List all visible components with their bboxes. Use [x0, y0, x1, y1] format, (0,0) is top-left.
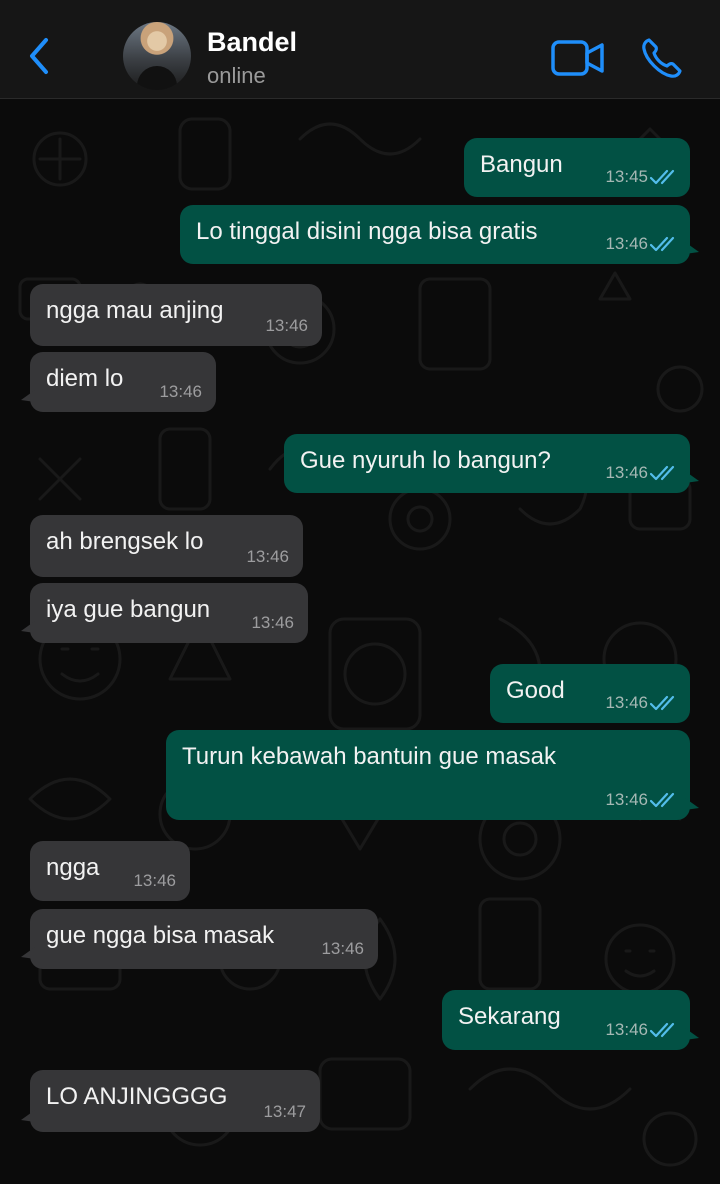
incoming-message-bubble[interactable]: LO ANJINGGGG 13:47	[21, 1070, 320, 1132]
message-timestamp: 13:46	[265, 316, 308, 335]
outgoing-message-bubble[interactable]: Good 13:46	[490, 664, 690, 723]
bubble-tail	[21, 1110, 35, 1122]
message-text: Turun kebawah bantuin gue masak	[182, 743, 557, 770]
bubble-tail	[685, 242, 699, 254]
bubble-tail	[685, 798, 699, 810]
incoming-message-bubble[interactable]: ah brengsek lo 13:46	[30, 515, 303, 577]
video-camera-icon[interactable]	[550, 38, 606, 78]
message-timestamp: 13:46	[605, 1020, 648, 1039]
outgoing-message-bubble[interactable]: Gue nyuruh lo bangun? 13:46	[284, 434, 699, 493]
message-timestamp: 13:46	[321, 939, 364, 958]
message-text: ngga	[46, 854, 100, 881]
double-check-icon	[650, 792, 675, 808]
incoming-message-bubble[interactable]: ngga 13:46	[30, 841, 190, 901]
message-text: ngga mau anjing	[46, 297, 224, 324]
bubble-tail	[685, 471, 699, 483]
bubble-tail	[21, 390, 35, 402]
double-check-icon	[650, 169, 675, 185]
outgoing-message-bubble[interactable]: Bangun 13:45	[464, 138, 690, 197]
contact-avatar[interactable]	[123, 22, 191, 90]
incoming-message-bubble[interactable]: iya gue bangun 13:46	[21, 583, 308, 643]
incoming-message-bubble[interactable]: diem lo 13:46	[21, 352, 216, 412]
double-check-icon	[650, 695, 675, 711]
message-text: iya gue bangun	[46, 596, 211, 623]
message-text: Lo tinggal disini ngga bisa gratis	[196, 218, 538, 245]
double-check-icon	[650, 236, 675, 252]
double-check-icon	[650, 1022, 675, 1038]
message-timestamp: 13:46	[246, 547, 289, 566]
bubble-tail	[21, 621, 35, 633]
outgoing-message-bubble[interactable]: Sekarang 13:46	[442, 990, 699, 1050]
message-timestamp: 13:45	[605, 167, 648, 186]
message-timestamp: 13:46	[133, 871, 176, 890]
double-check-icon	[650, 465, 675, 481]
message-timestamp: 13:46	[605, 693, 648, 712]
message-timestamp: 13:46	[159, 382, 202, 401]
message-text: gue ngga bisa masak	[46, 922, 275, 949]
message-text: Sekarang	[458, 1003, 561, 1030]
incoming-message-bubble[interactable]: gue ngga bisa masak 13:46	[21, 909, 378, 969]
message-text: LO ANJINGGGG	[46, 1083, 228, 1110]
message-text: ah brengsek lo	[46, 528, 204, 555]
contact-name[interactable]: Bandel	[207, 27, 297, 58]
message-text: Gue nyuruh lo bangun?	[300, 447, 551, 474]
message-timestamp: 13:46	[605, 463, 648, 482]
bubble-tail	[685, 1028, 699, 1040]
message-timestamp: 13:46	[251, 613, 294, 632]
bubble-tail	[21, 947, 35, 959]
message-text: diem lo	[46, 365, 124, 392]
message-timestamp: 13:46	[605, 790, 648, 809]
back-chevron-icon[interactable]	[22, 34, 58, 78]
incoming-message-bubble[interactable]: ngga mau anjing 13:46	[30, 284, 322, 346]
message-timestamp: 13:46	[605, 234, 648, 253]
chat-header: Bandel online	[0, 0, 720, 99]
outgoing-message-bubble[interactable]: Lo tinggal disini ngga bisa gratis 13:46	[180, 205, 699, 264]
outgoing-message-bubble[interactable]: Turun kebawah bantuin gue masak 13:46	[166, 730, 699, 820]
phone-icon[interactable]	[640, 36, 684, 80]
message-text: Good	[506, 677, 565, 704]
contact-status: online	[207, 63, 266, 88]
message-text: Bangun	[480, 151, 563, 178]
message-timestamp: 13:47	[263, 1102, 306, 1121]
